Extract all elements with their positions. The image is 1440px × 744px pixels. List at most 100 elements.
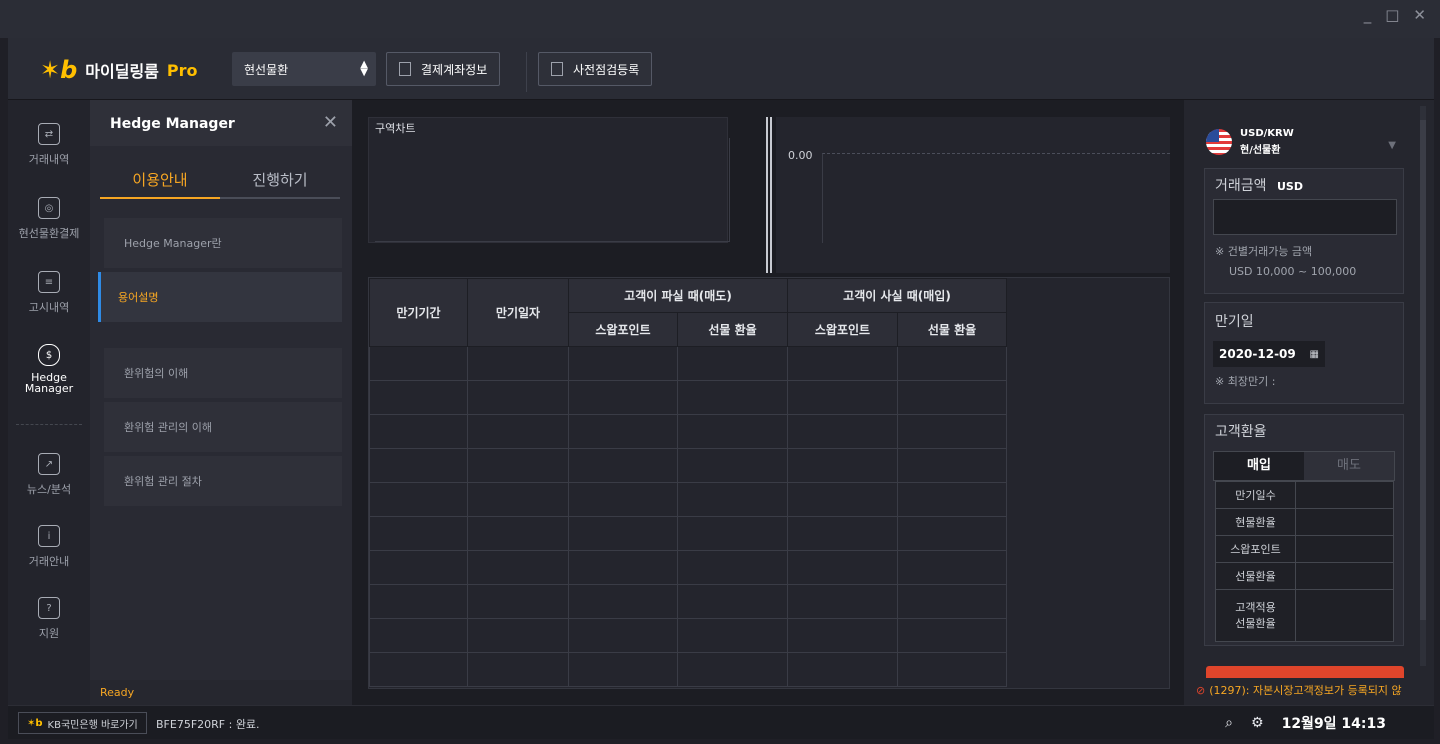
amount-input[interactable] <box>1213 199 1397 235</box>
exchange-icon: ⇄ <box>38 123 60 145</box>
nav-item-notice-history[interactable]: ≡ 고시내역 <box>8 256 90 330</box>
currency-code: USD/KRW <box>1240 128 1294 139</box>
order-panel: USD/KRW 현/선물환 ▼ 거래금액 USD ※ 건별거래가능 금액 USD… <box>1184 100 1434 705</box>
hedge-manager-panel: Hedge Manager ✕ 이용안내 진행하기 Hedge Manager란… <box>90 100 352 705</box>
nav-item-support[interactable]: ? 지원 <box>8 582 90 656</box>
nav-item-news[interactable]: ↗ 뉴스/분석 <box>8 438 90 512</box>
row-value <box>1295 508 1394 536</box>
nav-item-trade-guide[interactable]: i 거래안내 <box>8 510 90 584</box>
hedge-item-what[interactable]: Hedge Manager란 <box>104 218 342 268</box>
table-row <box>369 380 1117 415</box>
hedge-item-glossary[interactable]: 용어설명 <box>98 272 342 322</box>
chevron-down-icon[interactable]: ▼ <box>1388 140 1396 151</box>
hedge-item-risk-procedure[interactable]: 환위험 관리 절차 <box>104 456 342 506</box>
product-select[interactable]: 현선물환 ▲ ▼ <box>232 52 376 86</box>
table-row <box>369 618 1117 653</box>
product-select-value: 현선물환 <box>244 62 289 77</box>
nav-item-hedge-manager[interactable]: $ Hedge Manager <box>8 332 90 406</box>
amount-note: ※ 건별거래가능 금액 <box>1215 245 1313 258</box>
submit-button[interactable] <box>1206 666 1404 678</box>
row-value <box>1295 562 1394 590</box>
table-row <box>369 550 1117 585</box>
close-icon[interactable]: ✕ <box>323 112 338 133</box>
us-flag-icon <box>1206 129 1232 155</box>
header-customer-sell: 고객이 파실 때(매도) <box>568 278 788 313</box>
table-row: 현물환율 <box>1215 508 1394 536</box>
calendar-icon[interactable]: ▦ <box>1310 349 1319 360</box>
gear-icon[interactable]: ⚙ <box>1251 715 1264 731</box>
kb-logo-icon: ✶b <box>40 56 78 84</box>
shield-dollar-icon: $ <box>38 344 60 366</box>
hedge-item-risk-mgmt[interactable]: 환위험 관리의 이해 <box>104 402 342 452</box>
amount-title-text: 거래금액 <box>1215 178 1267 194</box>
table-row <box>369 448 1117 483</box>
customer-rate-table: 만기일수 현물환율 스왑포인트 선물환율 고객적용 선물환율 <box>1215 481 1394 642</box>
prohibited-icon: ⊘ <box>1196 683 1206 697</box>
hedge-title: Hedge Manager <box>110 116 235 132</box>
table-row: 만기일수 <box>1215 481 1394 509</box>
tab-proceed[interactable]: 진행하기 <box>220 161 340 199</box>
edit-document-icon <box>551 62 563 76</box>
header-divider <box>526 52 527 92</box>
row-label: 선물환율 <box>1215 562 1296 590</box>
app-header: ✶b 마이딜링룸 Pro 현선물환 ▲ ▼ 결제계좌정보 사전점검등록 <box>8 38 1434 100</box>
datetime: 12월9일 14:13 <box>1281 716 1386 732</box>
header-maturity-period: 만기기간 <box>369 278 468 347</box>
nav-label: 거래내역 <box>28 153 70 166</box>
tab-guide[interactable]: 이용안내 <box>100 161 220 199</box>
cash-icon: ◎ <box>38 197 60 219</box>
app-pro-label: Pro <box>166 60 198 80</box>
window-controls: _ □ ✕ <box>1364 6 1426 24</box>
settlement-account-button[interactable]: 결제계좌정보 <box>386 52 501 86</box>
precheck-register-button[interactable]: 사전점검등록 <box>538 52 653 86</box>
hedge-item-fx-risk[interactable]: 환위험의 이해 <box>104 348 342 398</box>
amount-box: 거래금액 USD ※ 건별거래가능 금액 USD 10,000 ~ 100,00… <box>1204 168 1404 294</box>
close-window-button[interactable]: ✕ <box>1413 6 1426 24</box>
search-icon[interactable]: ⌕ <box>1225 715 1233 731</box>
row-label: 고객적용 선물환율 <box>1215 589 1296 642</box>
precheck-register-label: 사전점검등록 <box>573 62 640 77</box>
currency-select[interactable]: USD/KRW 현/선물환 <box>1206 128 1294 156</box>
header-sell-swap: 스왑포인트 <box>568 312 678 347</box>
table-row <box>369 482 1117 517</box>
minimize-button[interactable]: _ <box>1364 6 1372 24</box>
warning-message: ⊘ (1297): 자본시장고객정보가 등록되지 않 <box>1196 682 1432 698</box>
main-content: 구역차트 0.00 만기기간 만기일자 고객이 파실 때(매도) 고객이 사실 … <box>352 100 1184 705</box>
customer-rate-box: 고객환율 매입 매도 만기일수 현물환율 스왑포인트 선물환율 고객적용 선물환… <box>1204 414 1404 646</box>
row-value <box>1295 589 1394 642</box>
scrollbar-thumb[interactable] <box>1420 120 1426 620</box>
maturity-date-input[interactable]: 2020-12-09 ▦ <box>1213 341 1325 367</box>
table-row: 선물환율 <box>1215 562 1394 590</box>
tab-sell[interactable]: 매도 <box>1304 452 1394 480</box>
maturity-box: 만기일 2020-12-09 ▦ ※ 최장만기 : <box>1204 302 1404 404</box>
status-bar: ✶b KB국민은행 바로가기 BFE75F20RF : 완료. ⌕ ⚙ 12월9… <box>8 705 1434 739</box>
chart-splitter[interactable] <box>766 117 772 273</box>
maturity-title: 만기일 <box>1215 314 1254 330</box>
nav-label: 뉴스/분석 <box>26 483 72 496</box>
chart-icon: ↗ <box>38 453 60 475</box>
kb-bank-shortcut-label: KB국민은행 바로가기 <box>47 719 138 731</box>
hedge-tabs: 이용안내 진행하기 <box>100 160 340 200</box>
nav-label: Hedge Manager <box>24 371 74 395</box>
updown-arrow-icon: ▲ ▼ <box>360 59 368 78</box>
rate-tabs: 매입 매도 <box>1213 451 1395 481</box>
nav-label: 현선물환결제 <box>18 227 80 240</box>
header-empty <box>1006 278 1117 347</box>
header-buy-swap: 스왑포인트 <box>787 312 898 347</box>
row-label: 만기일수 <box>1215 481 1296 509</box>
nav-item-trade-history[interactable]: ⇄ 거래내역 <box>8 108 90 182</box>
table-row: 스왑포인트 <box>1215 535 1394 563</box>
amount-unit: USD <box>1276 180 1303 193</box>
rate-chart-plot <box>822 153 1170 243</box>
kb-logo-icon: ✶b <box>27 717 43 729</box>
kb-bank-shortcut-button[interactable]: ✶b KB국민은행 바로가기 <box>18 712 147 734</box>
nav-item-fx-settlement[interactable]: ◎ 현선물환결제 <box>8 182 90 256</box>
table-row: 고객적용 선물환율 <box>1215 589 1394 642</box>
nav-label: 지원 <box>38 627 60 640</box>
maximize-button[interactable]: □ <box>1385 6 1399 24</box>
tab-buy[interactable]: 매입 <box>1214 452 1304 480</box>
notice-icon: ≡ <box>38 271 60 293</box>
row-label: 스왑포인트 <box>1215 535 1296 563</box>
settlement-account-label: 결제계좌정보 <box>421 62 488 77</box>
app-logo: ✶b 마이딜링룸 Pro <box>40 56 198 84</box>
